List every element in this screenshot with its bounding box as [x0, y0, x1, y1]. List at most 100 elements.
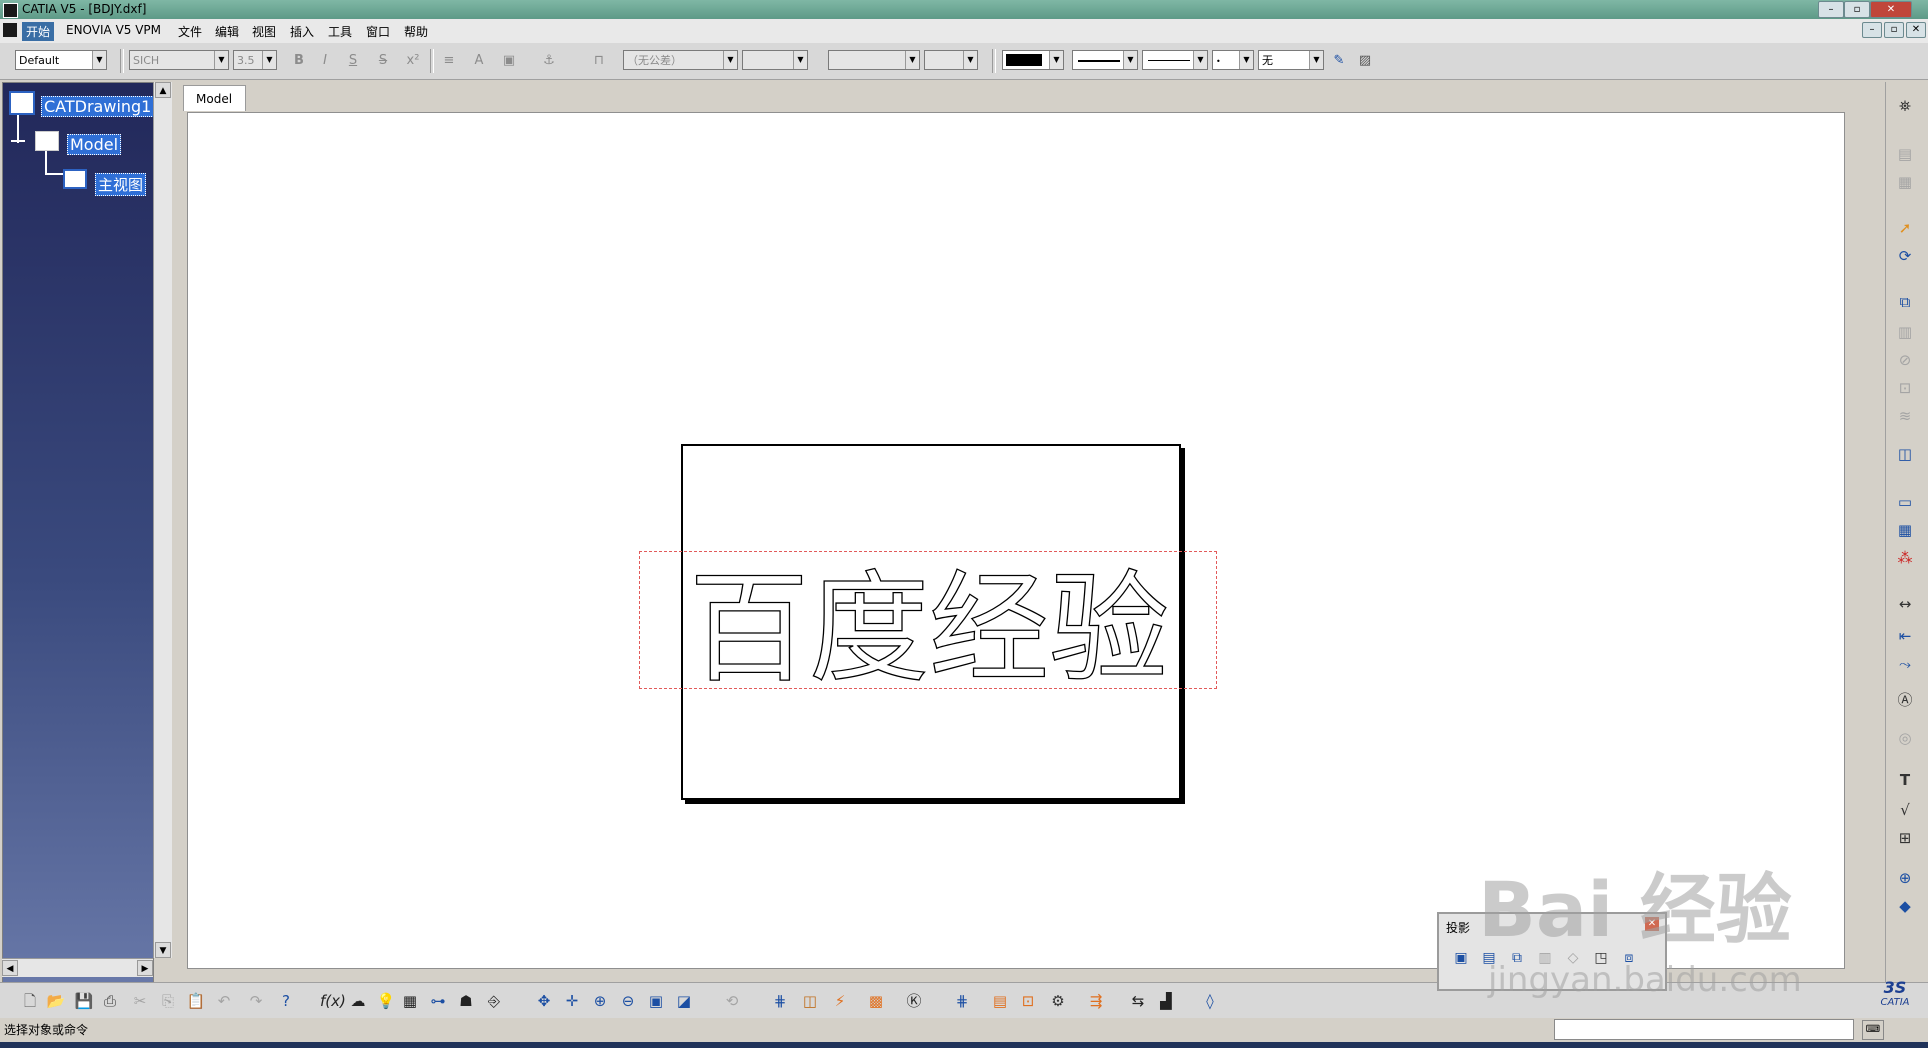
font-select[interactable]: SICH ▼	[129, 50, 229, 70]
frame-edit-icon[interactable]: ⊡	[1018, 991, 1038, 1011]
zoom-in-icon[interactable]: ⊕	[590, 991, 610, 1011]
menu-tools[interactable]: 工具	[326, 23, 354, 40]
outlined-text[interactable]: 百度经验	[681, 558, 1181, 688]
menu-file[interactable]: 文件	[176, 23, 204, 40]
table-icon[interactable]: ⊞	[1894, 828, 1916, 848]
clipping-view-icon[interactable]: ⊡	[1894, 378, 1916, 398]
undo-icon[interactable]: ↶	[214, 991, 234, 1011]
menu-enovia[interactable]: ENOVIA V5 VPM	[64, 23, 163, 37]
copy-icon[interactable]: ⎘	[158, 991, 178, 1011]
whats-this-icon[interactable]: ?	[276, 991, 296, 1011]
new-file-icon[interactable]: 🗋	[20, 991, 40, 1011]
dimension-icon[interactable]: ↔	[1894, 594, 1916, 614]
grid-view-icon[interactable]: ▦	[1894, 520, 1916, 540]
paintbrush-icon[interactable]: ✎	[1330, 52, 1348, 70]
new-view-icon[interactable]: ▦	[1894, 172, 1916, 192]
formula-icon[interactable]: f(x)	[320, 991, 346, 1011]
superscript-icon[interactable]: x²	[404, 52, 422, 70]
restore-button[interactable]: ▫	[1844, 1, 1870, 18]
update-icon[interactable]: ⟳	[1894, 246, 1916, 266]
light-bulb-icon[interactable]: 💡	[376, 991, 396, 1011]
scroll-up-arrow[interactable]: ▲	[155, 82, 171, 98]
tree-node-drawing[interactable]: CATDrawing1	[41, 96, 155, 117]
text-icon[interactable]: T	[1894, 770, 1916, 790]
redo-icon[interactable]: ↷	[246, 991, 266, 1011]
drawing-text[interactable]: 百度经验	[688, 559, 1169, 688]
sheet-tab-model[interactable]: Model	[183, 85, 246, 111]
tree-horizontal-scrollbar[interactable]: ◀ ▶	[2, 958, 153, 977]
tree-node-front-view[interactable]: 主视图	[95, 173, 147, 196]
normal-view-icon[interactable]: ◪	[674, 991, 694, 1011]
text-frame-icon[interactable]: A	[470, 52, 488, 70]
line-weight-select[interactable]: ▼	[1072, 50, 1138, 70]
style-select[interactable]: Default ▼	[15, 50, 107, 70]
text-frame-icon[interactable]: Ⓐ	[1894, 690, 1916, 710]
font-size-select[interactable]: 3.5 ▼	[233, 50, 277, 70]
broken-view-icon[interactable]: ≋	[1894, 406, 1916, 426]
underline-icon[interactable]: S	[344, 52, 362, 70]
doc-restore-button[interactable]: ▫	[1884, 22, 1904, 38]
filter-icon[interactable]: ⇶	[1086, 991, 1106, 1011]
tree-node-model[interactable]: Model	[67, 134, 122, 155]
sheet-icon[interactable]: ▤	[1894, 144, 1916, 164]
fit-all-icon[interactable]: ✥	[534, 991, 554, 1011]
export-icon[interactable]: ▟	[1156, 991, 1176, 1011]
knowledge-icon[interactable]: ☁	[348, 991, 368, 1011]
zoom-out-icon[interactable]: ⊖	[618, 991, 638, 1011]
anchor-icon[interactable]: ⚓	[540, 52, 558, 70]
scroll-left-arrow[interactable]: ◀	[2, 960, 18, 976]
minimize-button[interactable]: –	[1818, 1, 1844, 18]
compass-icon[interactable]: ⛯	[1894, 96, 1916, 116]
grid-icon[interactable]: ⋕	[770, 991, 790, 1011]
frame-type-icon[interactable]: ▣	[500, 52, 518, 70]
close-button[interactable]: ✕	[1870, 1, 1912, 18]
save-icon[interactable]: 💾	[74, 991, 94, 1011]
view-from-3d-icon[interactable]: ⧉	[1894, 292, 1916, 312]
rectangle-icon[interactable]: ▭	[1894, 492, 1916, 512]
align-icon[interactable]: ≡	[440, 52, 458, 70]
catalog-icon[interactable]: ☗	[456, 991, 476, 1011]
table-icon[interactable]: ▦	[400, 991, 420, 1011]
menu-view[interactable]: 视图	[250, 23, 278, 40]
section-view-icon[interactable]: ▥	[1894, 322, 1916, 342]
line-type-select[interactable]: ▼	[1142, 50, 1208, 70]
dimension-edit-icon[interactable]: ⤳	[1894, 654, 1916, 674]
detail-view-icon[interactable]: ⊘	[1894, 350, 1916, 370]
tolerance-select[interactable]: （无公差） ▼	[623, 50, 738, 70]
cut-icon[interactable]: ✂	[130, 991, 150, 1011]
tolerance-value-select[interactable]: ▼	[742, 50, 808, 70]
select-arrow-icon[interactable]: ➚	[1894, 218, 1916, 238]
balloon-icon[interactable]: ◎	[1894, 728, 1916, 748]
menu-window[interactable]: 窗口	[364, 23, 392, 40]
menu-insert[interactable]: 插入	[288, 23, 316, 40]
italic-icon[interactable]: I	[316, 52, 334, 70]
numbering-select[interactable]: ▼	[828, 50, 920, 70]
menu-help[interactable]: 帮助	[402, 23, 430, 40]
hatch-icon[interactable]: ▨	[1356, 52, 1374, 70]
cumulate-dimension-icon[interactable]: ⇤	[1894, 626, 1916, 646]
menu-start[interactable]: 开始	[22, 22, 55, 41]
eraser-icon[interactable]: ◊	[1200, 991, 1220, 1011]
view-wizard-icon[interactable]: ◫	[1894, 444, 1916, 464]
dimension-system-icon[interactable]: ⚡	[830, 991, 850, 1011]
analysis-icon[interactable]: ⚙	[1048, 991, 1068, 1011]
pan-icon[interactable]: ✛	[562, 991, 582, 1011]
power-input-icon[interactable]: ⌨	[1862, 1020, 1884, 1040]
dimension-symbol-icon[interactable]: ⊓	[590, 52, 608, 70]
center-line-icon[interactable]: ⊕	[1894, 868, 1916, 888]
area-fill-icon[interactable]: ◆	[1894, 896, 1916, 916]
zoom-area-icon[interactable]: ▣	[646, 991, 666, 1011]
color-select[interactable]: ▼	[1002, 50, 1064, 70]
snap-icon[interactable]: ◫	[800, 991, 820, 1011]
pattern-select[interactable]: 无 ▼	[1258, 50, 1324, 70]
strikethrough-icon[interactable]: S	[374, 52, 392, 70]
open-folder-icon[interactable]: 📂	[46, 991, 66, 1011]
analysis-display-icon[interactable]: ▩	[866, 991, 886, 1011]
insert-image-icon[interactable]: ⇆	[1128, 991, 1148, 1011]
grid-dots-icon[interactable]: ⋕	[952, 991, 972, 1011]
scroll-right-arrow[interactable]: ▶	[137, 960, 153, 976]
paste-icon[interactable]: 📋	[186, 991, 206, 1011]
refresh-icon[interactable]: ⟲	[722, 991, 742, 1011]
menu-edit[interactable]: 编辑	[213, 23, 241, 40]
point-type-select[interactable]: • ▼	[1212, 50, 1254, 70]
